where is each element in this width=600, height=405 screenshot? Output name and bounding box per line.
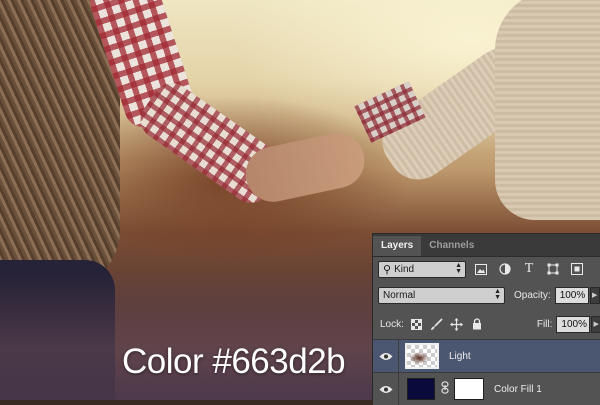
visibility-toggle[interactable]: [373, 373, 399, 405]
layer-mask-thumbnail[interactable]: [454, 378, 484, 400]
kind-filter-label: Kind: [394, 263, 415, 275]
shape-filter-icon[interactable]: [544, 260, 562, 278]
fill-dropdown-icon[interactable]: ▶: [591, 315, 600, 333]
layer-thumbnail: [405, 343, 439, 369]
layer-row-light[interactable]: Light: [373, 339, 600, 372]
tab-channels[interactable]: Channels: [421, 236, 482, 256]
opacity-label: Opacity:: [514, 289, 551, 301]
tab-layers[interactable]: Layers: [373, 236, 422, 256]
smart-object-filter-icon[interactable]: [568, 260, 586, 278]
lock-all-icon[interactable]: [470, 316, 485, 332]
image-filter-icon[interactable]: [472, 260, 490, 278]
lock-transparent-pixels-icon[interactable]: [409, 316, 424, 332]
opacity-input[interactable]: 100%: [554, 286, 589, 304]
fill-input[interactable]: 100%: [556, 315, 591, 333]
panel-tabbar: Layers Channels: [373, 234, 600, 257]
type-filter-icon[interactable]: T: [520, 260, 538, 278]
layer-name[interactable]: Light: [449, 351, 471, 362]
lock-image-pixels-icon[interactable]: [429, 316, 444, 332]
lock-label: Lock:: [380, 318, 404, 330]
kind-filter-select[interactable]: ⚲ Kind ▲ ▼: [378, 260, 466, 278]
blend-mode-select[interactable]: Normal ▲ ▼: [378, 286, 505, 304]
fill-color-thumbnail[interactable]: [407, 378, 435, 400]
link-chain-icon[interactable]: [439, 381, 451, 397]
sweater: [495, 0, 600, 220]
fill-label: Fill:: [536, 318, 553, 330]
eye-icon: [379, 352, 392, 360]
updown-arrows-icon: ▲ ▼: [494, 287, 501, 301]
color-caption: Color #663d2b: [122, 342, 346, 381]
lock-position-icon[interactable]: [449, 316, 464, 332]
updown-arrows-icon: ▲ ▼: [455, 261, 462, 275]
search-icon: ⚲: [383, 263, 392, 276]
eye-icon: [379, 385, 392, 393]
opacity-dropdown-icon[interactable]: ▶: [589, 286, 600, 304]
layers-panel: Layers Channels ⚲ Kind ▲ ▼ T Normal ▲ ▼ Op…: [372, 233, 600, 405]
layer-name[interactable]: Color Fill 1: [494, 384, 542, 395]
blend-mode-value: Normal: [383, 289, 416, 301]
blend-row: Normal ▲ ▼ Opacity: 100% ▶: [373, 284, 600, 306]
layer-row-color-fill[interactable]: Color Fill 1: [373, 372, 600, 405]
lock-row: Lock: Fill: 100% ▶: [373, 313, 600, 335]
visibility-toggle[interactable]: [373, 340, 399, 372]
filter-row: ⚲ Kind ▲ ▼ T: [373, 258, 600, 280]
adjustment-filter-icon[interactable]: [496, 260, 514, 278]
